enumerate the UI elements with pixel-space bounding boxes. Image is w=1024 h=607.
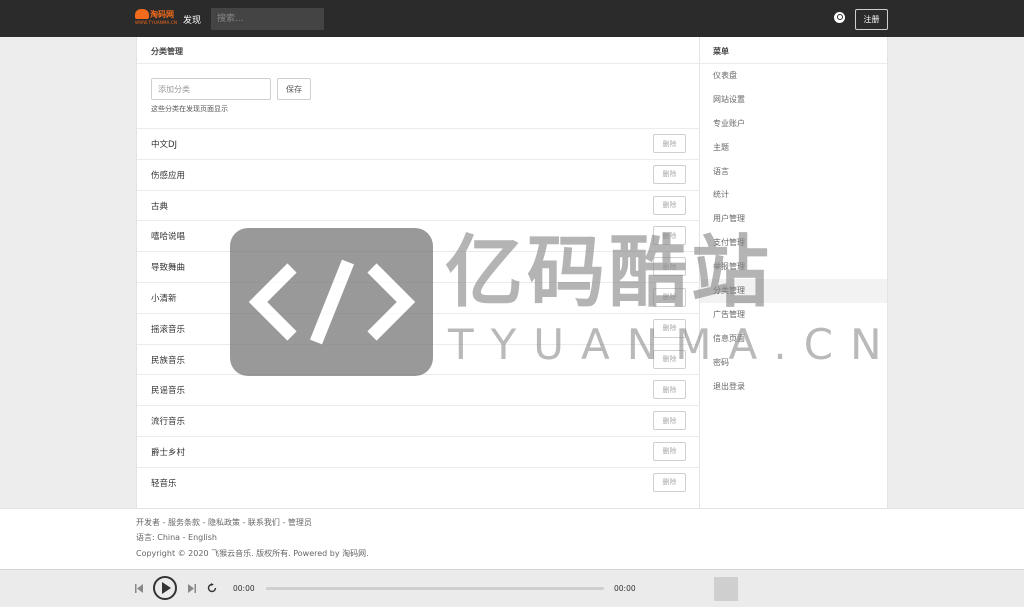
delete-button[interactable]: 删除 [653, 134, 686, 153]
category-row: 伤感应用 删除 [137, 158, 700, 190]
footer-copyright: Copyright © 2020 飞猴云音乐. 版权所有. Powered by… [136, 549, 369, 558]
sidebar-item-ads[interactable]: 广告管理 [700, 303, 887, 327]
category-name: 民谣音乐 [151, 386, 186, 397]
sidebar-item-users[interactable]: 用户管理 [700, 207, 887, 231]
user-icon[interactable] [834, 12, 845, 23]
sidebar-item-site-settings[interactable]: 网站设置 [700, 88, 887, 112]
category-row: 摇滚音乐 删除 [137, 312, 700, 344]
category-row: 嘻哈说唱 删除 [137, 220, 700, 251]
category-name: 爵士乡村 [151, 447, 186, 458]
category-row: 流行音乐 删除 [137, 405, 700, 436]
sidebar-item-dashboard[interactable]: 仪表盘 [700, 64, 887, 88]
category-name: 摇滚音乐 [151, 324, 186, 335]
logo-text: 淘码网 [150, 10, 174, 19]
total-time: 00:00 [614, 584, 636, 593]
cloud-icon [135, 9, 149, 19]
sidebar-item-logout[interactable]: 退出登录 [700, 375, 887, 399]
category-row: 轻音乐 删除 [137, 466, 700, 498]
category-name: 导致舞曲 [151, 263, 186, 274]
current-time: 00:00 [233, 584, 255, 593]
repeat-icon[interactable] [207, 583, 217, 593]
delete-button[interactable]: 删除 [653, 257, 686, 277]
footer-language[interactable]: 语言: China - English [136, 532, 217, 543]
footer-links[interactable]: 开发者 - 服务条款 - 隐私政策 - 联系我们 - 管理员 [136, 517, 312, 528]
audio-player: 00:00 00:00 [0, 569, 1024, 607]
delete-button[interactable]: 删除 [653, 380, 686, 400]
category-name: 民族音乐 [151, 355, 186, 366]
category-row: 中文DJ 删除 [137, 128, 700, 159]
category-row: 古典 删除 [137, 189, 700, 221]
category-row: 爵士乡村 删除 [137, 435, 700, 467]
delete-button[interactable]: 删除 [653, 349, 686, 369]
category-row: 民族音乐 删除 [137, 343, 700, 375]
register-button[interactable]: 注册 [855, 9, 888, 30]
sidebar-item-themes[interactable]: 主题 [700, 136, 887, 160]
sidebar-item-password[interactable]: 密码 [700, 351, 887, 375]
category-management-panel: 分类管理 保存 这些分类在发现页面显示 中文DJ 删除 伤感应用 删除 古典 删… [136, 37, 700, 508]
category-name: 嘻哈说唱 [151, 232, 186, 243]
search-input[interactable] [211, 8, 324, 30]
category-name: 伤感应用 [151, 170, 186, 181]
page-title: 分类管理 [151, 47, 183, 56]
logo-subtext: WWW.TYUANMA.CN [135, 20, 178, 25]
sidebar-title: 菜单 [713, 47, 729, 56]
top-navbar: 淘码网 WWW.TYUANMA.CN 发现 注册 [0, 0, 1024, 37]
album-cover[interactable] [714, 577, 738, 601]
category-row: 小清新 删除 [137, 281, 700, 313]
sidebar-list: 仪表盘 网站设置 专业账户 主题 语言 统计 用户管理 支付管理 举报管理 分类… [700, 64, 887, 398]
site-logo[interactable]: 淘码网 WWW.TYUANMA.CN [135, 8, 178, 26]
sidebar-item-pro-accounts[interactable]: 专业账户 [700, 112, 887, 136]
category-name: 中文DJ [151, 140, 178, 150]
divider [137, 63, 700, 64]
category-row: 民谣音乐 删除 [137, 374, 700, 405]
delete-button[interactable]: 删除 [653, 164, 686, 184]
delete-button[interactable]: 删除 [653, 411, 686, 431]
site-footer: 开发者 - 服务条款 - 隐私政策 - 联系我们 - 管理员 语言: China… [0, 508, 1024, 569]
sidebar-item-reports[interactable]: 举报管理 [700, 255, 887, 279]
sidebar-menu: 菜单 仪表盘 网站设置 专业账户 主题 语言 统计 用户管理 支付管理 举报管理… [700, 37, 888, 508]
delete-button[interactable]: 删除 [653, 318, 686, 338]
previous-track-icon[interactable] [135, 584, 143, 593]
play-button[interactable] [153, 576, 177, 600]
sidebar-item-categories[interactable]: 分类管理 [700, 279, 887, 303]
delete-button[interactable]: 删除 [653, 287, 686, 307]
category-list: 中文DJ 删除 伤感应用 删除 古典 删除 嘻哈说唱 删除 导致舞曲 删除 小清… [137, 128, 700, 498]
category-name: 轻音乐 [151, 478, 177, 489]
category-name: 古典 [151, 201, 169, 212]
delete-button[interactable]: 删除 [653, 441, 686, 461]
category-row: 导致舞曲 删除 [137, 251, 700, 282]
category-name: 流行音乐 [151, 417, 186, 428]
sidebar-item-statistics[interactable]: 统计 [700, 183, 887, 207]
add-category-input[interactable] [151, 78, 271, 100]
progress-bar[interactable] [266, 587, 604, 590]
category-name: 小清新 [151, 293, 177, 304]
nav-discover-link[interactable]: 发现 [183, 13, 201, 26]
delete-button[interactable]: 删除 [653, 472, 686, 492]
sidebar-item-info-pages[interactable]: 信息页面 [700, 327, 887, 351]
next-track-icon[interactable] [188, 584, 196, 593]
save-button[interactable]: 保存 [277, 78, 311, 100]
category-hint: 这些分类在发现页面显示 [151, 105, 228, 113]
delete-button[interactable]: 删除 [653, 195, 686, 215]
delete-button[interactable]: 删除 [653, 226, 686, 246]
sidebar-item-languages[interactable]: 语言 [700, 160, 887, 184]
sidebar-item-payments[interactable]: 支付管理 [700, 231, 887, 255]
